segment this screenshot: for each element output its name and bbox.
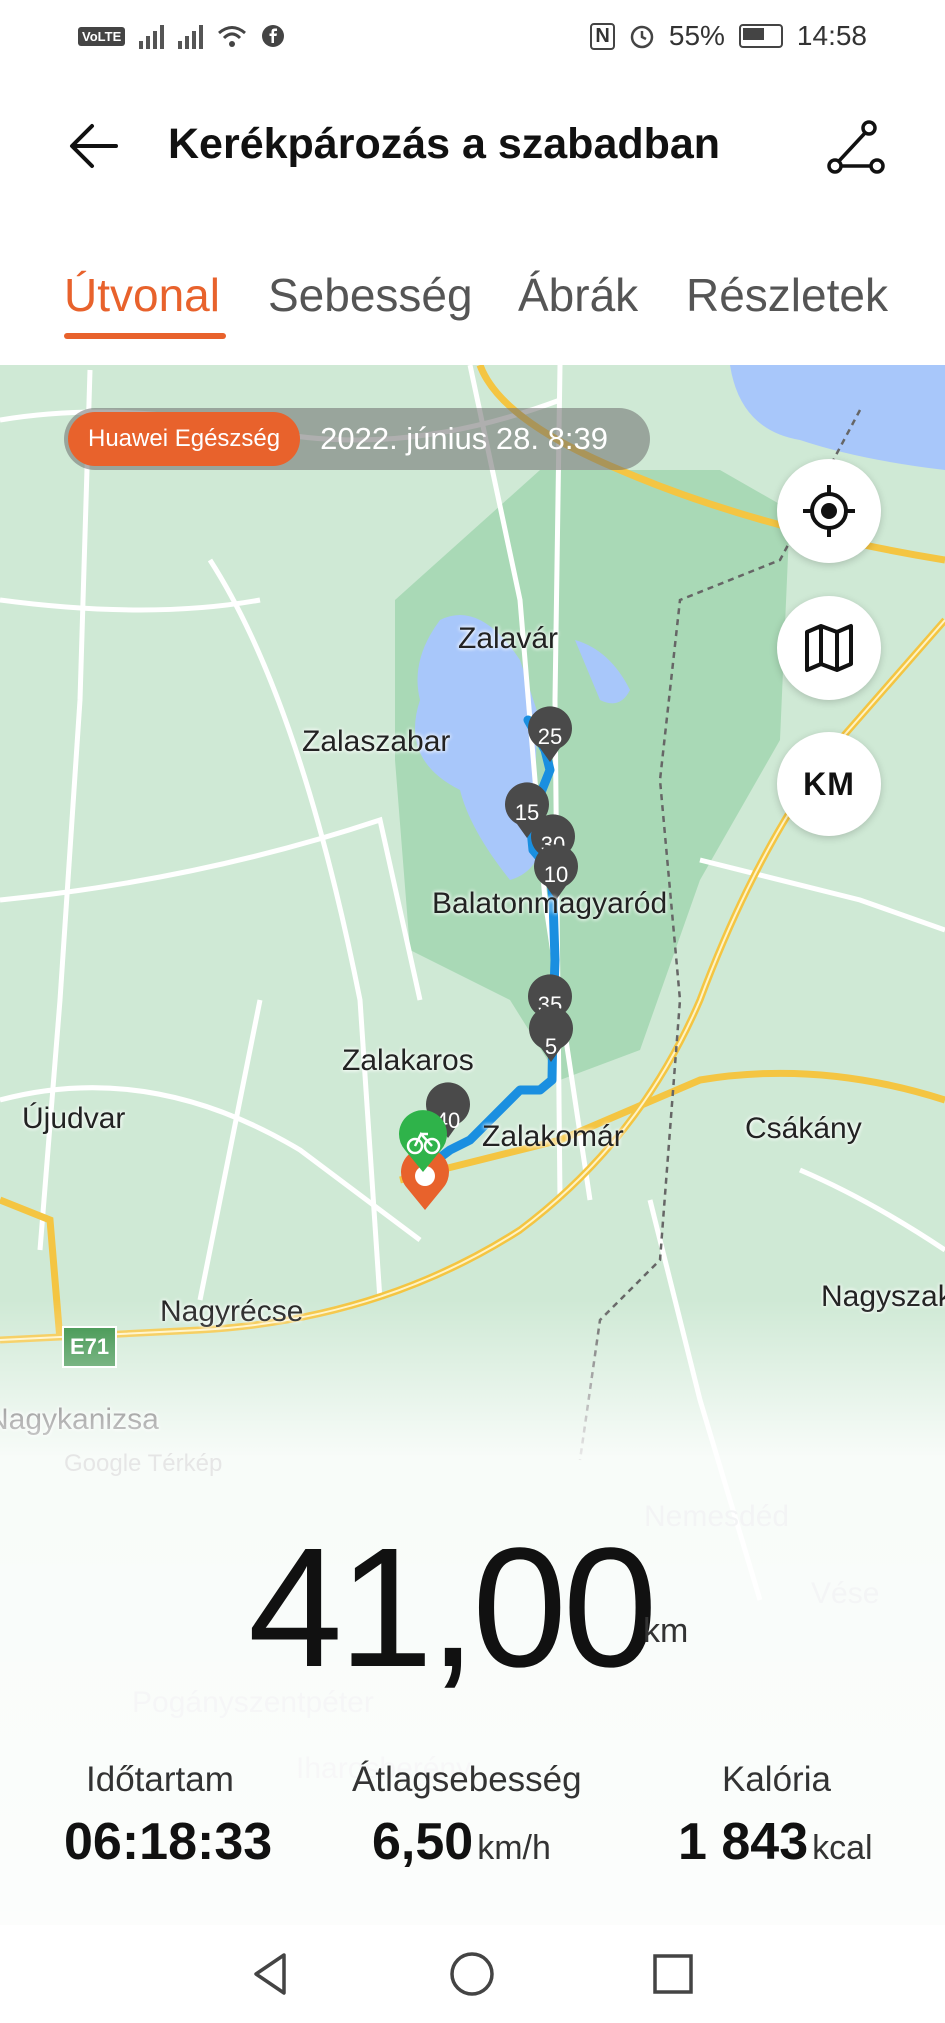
distance-value: 41,00 (248, 1513, 657, 1703)
battery-percent: 55% (668, 20, 725, 51)
wifi-icon (218, 26, 247, 47)
map-label-zalakomar: Zalakomár (482, 1120, 624, 1153)
unit-toggle-button[interactable]: KM (777, 732, 881, 836)
tab-route[interactable]: Útvonal (64, 268, 220, 322)
distance-unit: km (643, 1612, 689, 1650)
alarm-icon (630, 25, 654, 49)
tab-charts[interactable]: Ábrák (518, 268, 638, 322)
map-label-nagykanizsa-wrap: Nagykanizsa (0, 1403, 165, 1443)
map-label-vese: Vése (811, 1577, 880, 1610)
activity-source-badge: Huawei Egészség 2022. június 28. 8:39 (64, 408, 650, 470)
map-label-ujudvar: Újudvar (22, 1102, 126, 1135)
km-label-5: 5 (545, 1034, 557, 1059)
page-title: Kerékpározás a szabadban (168, 120, 721, 168)
map-icon (805, 624, 853, 672)
crosshair-icon (803, 485, 855, 537)
map-attribution: Google Térkép (64, 1450, 223, 1477)
tab-details[interactable]: Részletek (686, 268, 888, 322)
map-label-nagyszakacsi: Nagyszakácsi (821, 1280, 945, 1313)
app-header: Kerékpározás a szabadban (0, 72, 945, 222)
system-nav-bar (0, 1925, 945, 2023)
status-right: N 55% 14:58 (590, 20, 867, 52)
back-arrow-icon[interactable] (64, 116, 124, 176)
map-label-zalaszabar: Zalaszabar (302, 725, 451, 758)
calories-stat: 1 843 kcal (678, 1812, 873, 1872)
duration-value: 06:18:33 (64, 1813, 273, 1871)
locate-button[interactable] (777, 459, 881, 563)
nfc-icon: N (590, 22, 615, 50)
map-label-zalakaros: Zalakaros (342, 1044, 474, 1077)
status-bar: VoLTE N 55% 14:58 (0, 0, 945, 72)
nav-recents-icon[interactable] (646, 1947, 700, 2001)
map-label-zalavar: Zalavár (458, 622, 559, 655)
tab-bar: Útvonal Sebesség Ábrák Részletek (0, 250, 945, 340)
facebook-icon (262, 25, 285, 47)
status-left: VoLTE (78, 23, 285, 49)
volte-icon: VoLTE (78, 26, 126, 46)
speed-value: 6,50 (372, 1813, 474, 1871)
nav-home-icon[interactable] (445, 1947, 499, 2001)
map-label-nemesded: Nemesdéd (644, 1500, 790, 1533)
calories-value: 1 843 (678, 1813, 809, 1871)
battery-icon (738, 24, 783, 48)
active-tab-indicator (64, 333, 226, 339)
map-type-button[interactable] (777, 596, 881, 700)
tab-speed[interactable]: Sebesség (268, 268, 473, 322)
signal-icon (139, 23, 165, 49)
map-label-balatonmagyarod: Balatonmagyaród (432, 887, 668, 920)
brand-label: Huawei Egészség (68, 412, 301, 466)
calories-label: Kalória (722, 1760, 831, 1799)
clock: 14:58 (796, 20, 867, 51)
duration-label: Időtartam (86, 1760, 234, 1799)
road-shield-e71: E71 (62, 1326, 118, 1368)
map-label-nagyszakacsi-wrap: Nagyszakácsi (821, 1280, 945, 1314)
route-share-icon[interactable] (823, 116, 887, 180)
unit-toggle-label: KM (803, 765, 855, 802)
calories-unit: kcal (812, 1829, 873, 1867)
speed-stat: 6,50 km/h (372, 1812, 551, 1872)
km-label-15: 15 (515, 800, 539, 825)
speed-unit: km/h (477, 1829, 551, 1867)
map-label-nagyrecse: Nagyrécse (160, 1295, 304, 1328)
km-label-25: 25 (538, 724, 562, 749)
speed-label: Átlagsebesség (352, 1760, 582, 1799)
map-label-csakany: Csákány (745, 1112, 862, 1145)
signal-icon-2 (178, 23, 204, 49)
activity-date: 2022. június 28. 8:39 (320, 421, 608, 456)
km-label-10: 10 (544, 862, 568, 887)
map-label-nagykanizsa: Nagykanizsa (0, 1403, 159, 1436)
nav-back-icon[interactable] (244, 1947, 298, 2001)
